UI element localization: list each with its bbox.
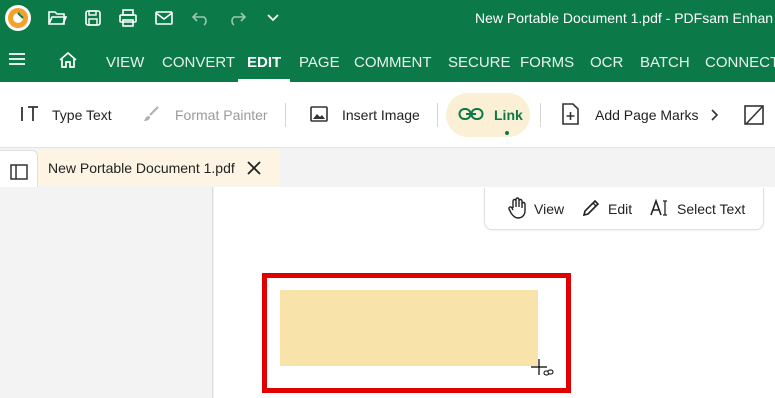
save-icon[interactable] [80, 6, 106, 30]
edit-mode-button[interactable]: Edit [581, 188, 632, 230]
menu-comment[interactable]: COMMENT [354, 54, 432, 71]
type-text-label: Type Text [52, 107, 112, 123]
close-icon[interactable] [245, 159, 263, 177]
view-mode-button[interactable]: View [507, 188, 564, 230]
type-text-button[interactable]: Type Text [20, 82, 112, 148]
link-cursor-icon [530, 358, 556, 380]
add-page-marks-label: Add Page Marks [595, 107, 699, 123]
hamburger-menu-icon[interactable] [8, 51, 26, 72]
home-icon[interactable] [58, 51, 78, 74]
add-page-icon [560, 102, 580, 128]
menu-secure[interactable]: SECURE [448, 54, 511, 71]
app-logo-icon[interactable] [5, 5, 31, 31]
title-bar: New Portable Document 1.pdf - PDFsam Enh… [0, 0, 775, 37]
select-text-button[interactable]: Select Text [650, 188, 745, 230]
type-text-icon [20, 105, 42, 126]
email-icon[interactable] [151, 6, 177, 30]
link-label: Link [494, 107, 523, 123]
view-mode-label: View [534, 201, 565, 217]
active-indicator-dot [505, 131, 509, 135]
menu-view[interactable]: VIEW [106, 54, 144, 71]
document-tab[interactable]: New Portable Document 1.pdf [38, 150, 280, 186]
select-text-icon [650, 198, 670, 221]
link-icon [458, 107, 484, 124]
toolbar-scroll-right-icon[interactable] [710, 82, 720, 148]
open-folder-icon[interactable] [44, 6, 70, 30]
document-tab-label: New Portable Document 1.pdf [48, 160, 235, 176]
menu-convert[interactable]: CONVERT [162, 54, 235, 71]
menu-batch[interactable]: BATCH [640, 54, 690, 71]
edit-toolbar: Type Text Format Painter Insert Image Li… [0, 82, 775, 148]
highlight-outline [262, 273, 571, 393]
insert-image-button[interactable]: Insert Image [309, 82, 420, 148]
window-title: New Portable Document 1.pdf - PDFsam Enh… [475, 10, 774, 26]
format-painter-label: Format Painter [175, 107, 268, 123]
side-panel [0, 187, 213, 398]
toolbar-divider [285, 103, 286, 127]
select-text-label: Select Text [677, 201, 746, 217]
print-icon[interactable] [115, 6, 141, 30]
brush-icon [142, 105, 162, 126]
insert-image-label: Insert Image [342, 107, 420, 123]
menu-forms[interactable]: FORMS [520, 54, 574, 71]
menu-bar: VIEW CONVERT EDIT PAGE COMMENT SECURE FO… [0, 37, 775, 82]
add-page-marks-button[interactable]: Add Page Marks [560, 82, 699, 148]
image-icon [309, 105, 329, 126]
toolbar-divider [540, 103, 541, 127]
chevron-down-icon[interactable] [260, 6, 286, 30]
crop-tool-icon[interactable] [743, 82, 765, 148]
view-mode-toolbar: View Edit Select Text [484, 188, 764, 230]
edit-mode-label: Edit [608, 201, 633, 217]
hand-icon [507, 196, 527, 222]
menu-edit[interactable]: EDIT [247, 54, 281, 71]
redo-icon[interactable] [224, 6, 250, 30]
sidebar-toggle-icon[interactable] [9, 162, 29, 182]
undo-icon[interactable] [188, 6, 214, 30]
format-painter-button[interactable]: Format Painter [142, 82, 268, 148]
menu-connect[interactable]: CONNECT [705, 54, 775, 71]
toolbar-divider [437, 103, 438, 127]
menu-page[interactable]: PAGE [299, 54, 340, 71]
menu-ocr[interactable]: OCR [590, 54, 623, 71]
pencil-icon [581, 198, 601, 221]
link-button[interactable]: Link [446, 93, 530, 137]
